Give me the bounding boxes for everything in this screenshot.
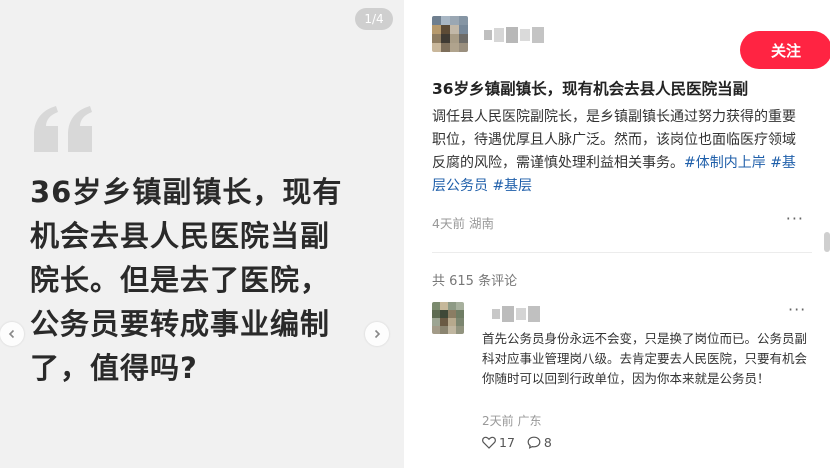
post-image-text: 36岁乡镇副镇长，现有机会去县人民医院当副院长。但是去了医院，公务员要转成事业编… [30,175,343,385]
next-image-button[interactable] [365,322,389,346]
tag-link[interactable]: #体制内上岸 [684,155,766,171]
like-button[interactable]: 17 [482,435,515,450]
post-title: 36岁乡镇副镇长，现有机会去县人民医院当副 [432,80,749,98]
quote-icon [34,106,92,152]
commenter-name[interactable] [492,306,552,322]
reply-count: 8 [543,434,552,450]
comment-meta: 2天前 广东 [482,412,541,429]
image-page-counter: 1/4 [355,8,393,30]
more-options-icon[interactable]: ··· [786,209,804,228]
comment-more-options-icon[interactable]: ··· [788,300,806,319]
post-meta: 4天前 湖南 ··· [432,209,804,231]
tag-link[interactable]: #基层 [492,178,532,194]
comment-actions: 17 8 [482,433,552,451]
previous-image-button[interactable] [0,322,24,346]
comment-count: 共 615 条评论 [432,274,518,289]
chevron-right-icon [374,329,381,339]
post-body: 调任县人民医院副院长，是乡镇副镇长通过努力获得的重要职位，待遇优厚且人脉广泛。然… [432,106,804,198]
commenter-avatar[interactable] [432,302,464,334]
comment-item: ··· 首先公务员身份永远不会变，只是换了岗位而已。公务员副科对应事业管理岗八级… [432,300,812,462]
post-image: 1/4 36岁乡镇副镇长，现有机会去县人民医院当副院长。但是去了医院，公务员要转… [0,0,404,468]
post-location: 湖南 [468,216,494,231]
follow-button[interactable]: 关注 [740,31,830,69]
chevron-left-icon [8,329,15,339]
heart-icon [482,436,496,449]
author-avatar[interactable] [432,16,468,52]
reply-button[interactable]: 8 [527,435,552,450]
divider [432,252,812,253]
post-detail-panel: 关注 36岁乡镇副镇长，现有机会去县人民医院当副 调任县人民医院副院长，是乡镇副… [404,0,830,468]
like-count: 17 [499,434,515,450]
comment-bubble-icon [527,436,541,449]
comment-location: 广东 [517,414,542,428]
author-row: 关注 [432,16,830,69]
author-name[interactable] [484,26,544,44]
post-date: 4天前 [432,216,465,231]
comment-date: 2天前 [482,414,514,428]
scrollbar-thumb[interactable] [824,232,830,252]
comment-text: 首先公务员身份永远不会变，只是换了岗位而已。公务员副科对应事业管理岗八级。去肯定… [482,331,808,386]
